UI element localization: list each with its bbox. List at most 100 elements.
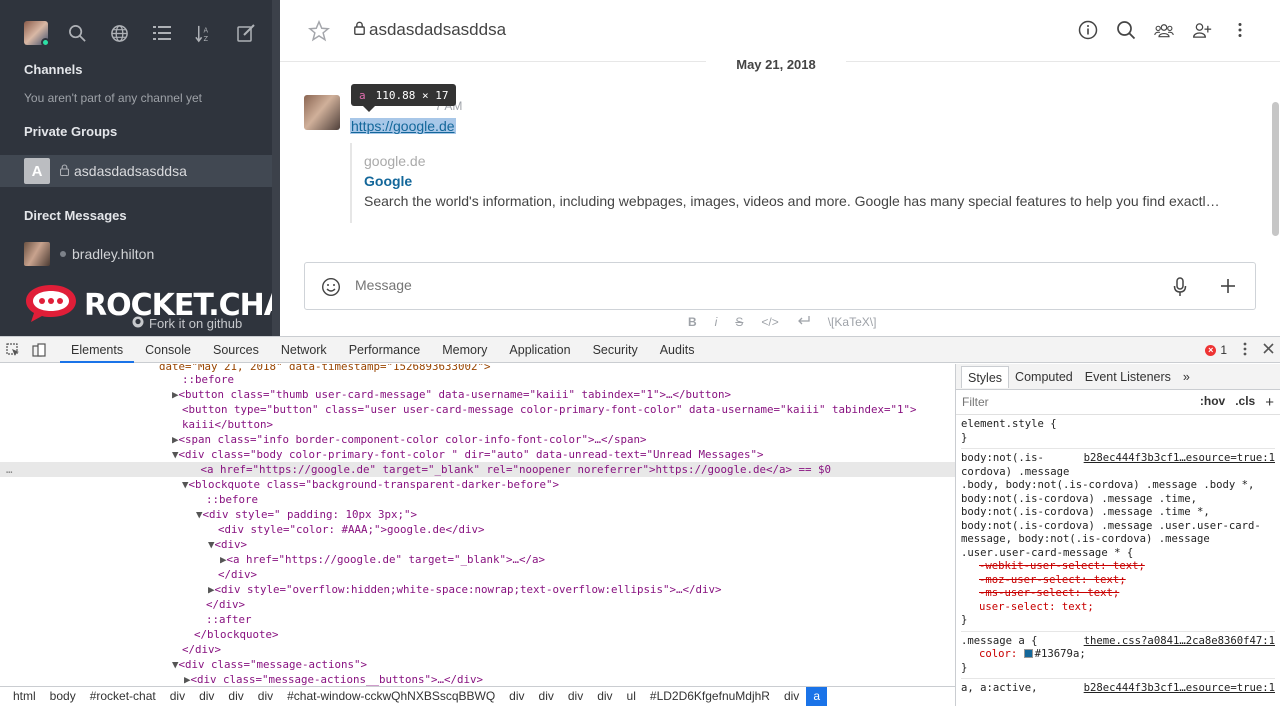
color-swatch[interactable] — [1023, 649, 1033, 658]
message-input[interactable] — [355, 277, 1135, 293]
dom-node-line[interactable]: ▶<div style="overflow:hidden;white-space… — [0, 582, 955, 597]
search-icon[interactable] — [1116, 19, 1136, 41]
breadcrumb-item[interactable]: html — [6, 687, 43, 706]
dom-node-line[interactable]: </div> — [0, 567, 955, 582]
breadcrumb-item[interactable]: div — [251, 687, 280, 706]
tab-console[interactable]: Console — [134, 337, 202, 363]
overridden-property[interactable]: -ms-user-select: text; — [979, 587, 1119, 599]
css-property-name[interactable]: color: — [979, 648, 1017, 660]
dom-node-line[interactable]: ▼<div class="body color-primary-font-col… — [0, 447, 955, 462]
dom-node-line[interactable]: <button type="button" class="user user-c… — [0, 402, 955, 417]
class-toggle[interactable]: .cls — [1235, 394, 1255, 411]
dom-node-line[interactable]: ▶<div class="message-actions__buttons">…… — [0, 672, 955, 686]
dom-node-line[interactable]: </div> — [0, 642, 955, 657]
tab-performance[interactable]: Performance — [338, 337, 432, 363]
breadcrumb-item[interactable]: div — [163, 687, 192, 706]
dom-node-line-selected[interactable]: … <a href="https://google.de" target="_bl… — [0, 462, 955, 477]
new-rule-plus-icon[interactable]: + — [1265, 394, 1274, 411]
emoji-icon[interactable] — [321, 277, 341, 302]
tab-event-listeners[interactable]: Event Listeners — [1079, 364, 1177, 390]
dom-node-line[interactable]: ::after — [0, 612, 955, 627]
breadcrumb-item[interactable]: #chat-window-cckwQhNXBSscqBBWQ — [280, 687, 502, 706]
add-user-icon[interactable] — [1192, 19, 1212, 41]
message-link[interactable]: https://google.de — [350, 118, 456, 134]
hover-state-toggle[interactable]: :hov — [1200, 394, 1225, 411]
dom-node-line[interactable]: ▼<div class="message-actions"> — [0, 657, 955, 672]
breadcrumb-item-active[interactable]: a — [806, 687, 827, 706]
messages-scrollbar[interactable] — [1272, 62, 1280, 242]
multiline-code-icon[interactable] — [797, 315, 810, 329]
rule-source-link[interactable]: theme.css?a0841…2ca8e8360f47:1 — [1084, 635, 1275, 649]
dom-node-line[interactable]: ▼<div style=" padding: 10px 3px;"> — [0, 507, 955, 522]
overridden-property[interactable]: -moz-user-select: text; — [979, 574, 1126, 586]
breadcrumb-item[interactable]: div — [777, 687, 806, 706]
breadcrumb-item[interactable]: div — [590, 687, 619, 706]
breadcrumb-item[interactable]: body — [43, 687, 83, 706]
katex-format-button[interactable]: \[KaTeX\] — [828, 315, 877, 329]
tab-memory[interactable]: Memory — [431, 337, 498, 363]
css-property[interactable]: user-select: text; — [979, 601, 1094, 613]
dom-node-line[interactable]: ::before — [0, 372, 955, 387]
dom-node-line[interactable]: ▼<blockquote class="background-transpare… — [0, 477, 955, 492]
tab-more[interactable]: » — [1177, 364, 1196, 390]
breadcrumb-item[interactable]: #LD2D6KfgefnuMdjhR — [643, 687, 777, 706]
sidebar-item-dm[interactable]: bradley.hilton — [24, 242, 154, 266]
styles-filter-input[interactable] — [962, 395, 1162, 409]
rule-selector[interactable]: element.style { — [961, 418, 1275, 432]
kebab-icon[interactable] — [1230, 19, 1250, 41]
sidebar-scrollbar[interactable] — [272, 0, 280, 336]
dom-node-line[interactable]: </blockquote> — [0, 627, 955, 642]
bold-format-button[interactable]: B — [688, 315, 697, 329]
breadcrumb-item[interactable]: div — [502, 687, 531, 706]
tab-styles[interactable]: Styles — [961, 365, 1010, 388]
tab-elements[interactable]: Elements — [60, 337, 135, 363]
search-icon[interactable] — [67, 23, 88, 44]
rule-source-link[interactable]: b28ec444f3b3cf1…esource=true:1 — [1084, 452, 1275, 466]
globe-icon[interactable] — [109, 23, 130, 44]
device-toolbar-icon[interactable] — [26, 337, 52, 363]
breadcrumb-item[interactable]: div — [192, 687, 221, 706]
italic-format-button[interactable]: i — [715, 315, 718, 329]
star-icon[interactable] — [307, 19, 331, 47]
overridden-property[interactable]: -webkit-user-select: text; — [979, 560, 1145, 572]
tab-computed[interactable]: Computed — [1009, 364, 1079, 390]
breadcrumb-item[interactable]: #rocket-chat — [83, 687, 163, 706]
rule-source-link[interactable]: b28ec444f3b3cf1…esource=true:1 — [1084, 682, 1275, 696]
strike-format-button[interactable]: S — [735, 315, 743, 329]
message-author-avatar[interactable] — [304, 95, 340, 130]
inspect-element-icon[interactable] — [0, 337, 26, 363]
list-icon[interactable] — [151, 23, 172, 44]
sidebar-item-private-room[interactable]: A asdasdadsasddsa — [0, 155, 272, 187]
breadcrumb-item[interactable]: ul — [620, 687, 643, 706]
error-count-badge[interactable]: × 1 — [1205, 343, 1227, 357]
tab-sources[interactable]: Sources — [202, 337, 270, 363]
css-property-value[interactable]: #13679a; — [1035, 648, 1086, 660]
sort-icon[interactable]: AZ — [193, 23, 214, 44]
tab-application[interactable]: Application — [498, 337, 581, 363]
dom-node-line[interactable]: ::before — [0, 492, 955, 507]
dom-node-line[interactable]: ▶<span class="info border-component-colo… — [0, 432, 955, 447]
members-icon[interactable] — [1154, 19, 1174, 41]
user-avatar[interactable] — [24, 21, 50, 47]
scrollbar-thumb[interactable] — [1272, 102, 1279, 236]
dom-node-line[interactable]: ▼<div> — [0, 537, 955, 552]
dom-node-line[interactable]: ▶<button class="thumb user-card-message"… — [0, 387, 955, 402]
fork-on-github-link[interactable]: Fork it on github — [132, 316, 242, 331]
devtools-menu-kebab-icon[interactable] — [1243, 342, 1247, 359]
tab-network[interactable]: Network — [270, 337, 338, 363]
breadcrumb-item[interactable]: div — [561, 687, 590, 706]
dom-node-line[interactable]: kaiii</button> — [0, 417, 955, 432]
plus-icon[interactable] — [1219, 277, 1237, 300]
close-devtools-icon[interactable] — [1263, 343, 1274, 357]
microphone-icon[interactable] — [1173, 277, 1187, 302]
code-format-button[interactable]: </> — [761, 315, 778, 329]
dom-node-line[interactable]: </div> — [0, 597, 955, 612]
breadcrumb-item[interactable]: div — [532, 687, 561, 706]
edit-icon[interactable] — [235, 23, 256, 44]
tab-security[interactable]: Security — [582, 337, 649, 363]
preview-title-link[interactable]: Google — [364, 173, 1230, 189]
tab-audits[interactable]: Audits — [649, 337, 706, 363]
dom-node-line[interactable]: ▶<a href="https://google.de" target="_bl… — [0, 552, 955, 567]
breadcrumb-item[interactable]: div — [221, 687, 250, 706]
dom-node-line[interactable]: <div style="color: #AAA;">google.de</div… — [0, 522, 955, 537]
